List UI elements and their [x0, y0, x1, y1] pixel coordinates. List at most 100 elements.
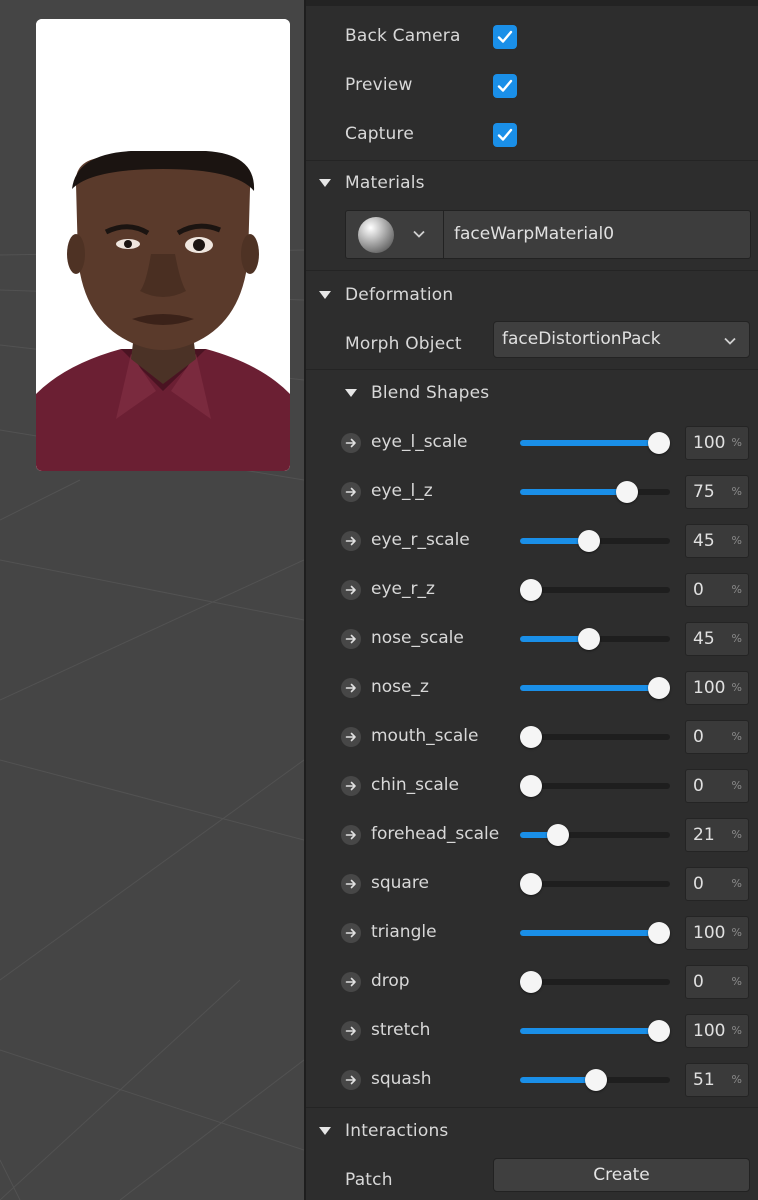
blend-shape-slider[interactable] — [520, 1020, 670, 1042]
blend-shape-row: mouth_scale 0% — [306, 712, 758, 761]
blend-shapes-section-title: Blend Shapes — [371, 383, 490, 403]
connect-arrow-button[interactable] — [341, 580, 361, 600]
percent-unit: % — [731, 583, 742, 596]
blend-shape-row: square 0% — [306, 859, 758, 908]
material-thumbnail-button[interactable] — [346, 211, 444, 258]
capture-checkbox[interactable] — [493, 123, 517, 147]
slider-handle[interactable] — [616, 481, 638, 503]
preview-label: Preview — [345, 75, 413, 95]
blend-shape-row: eye_l_z 75% — [306, 467, 758, 516]
slider-handle[interactable] — [578, 530, 600, 552]
blend-shape-row: chin_scale 0% — [306, 761, 758, 810]
blend-shape-slider[interactable] — [520, 971, 670, 993]
slider-handle[interactable] — [520, 726, 542, 748]
materials-section-header[interactable]: Materials — [306, 159, 758, 208]
slider-handle[interactable] — [648, 432, 670, 454]
blend-shape-value: 100 — [693, 433, 726, 453]
arrow-right-icon — [345, 781, 356, 791]
connect-arrow-button[interactable] — [341, 531, 361, 551]
blend-shape-value-field[interactable]: 0% — [685, 867, 749, 901]
blend-shape-row: squash 51% — [306, 1055, 758, 1104]
slider-handle[interactable] — [547, 824, 569, 846]
scene-viewport[interactable] — [0, 0, 304, 1200]
material-name[interactable]: faceWarpMaterial0 — [454, 211, 614, 258]
collapse-triangle-icon — [345, 389, 357, 397]
blend-shape-slider[interactable] — [520, 481, 670, 503]
connect-arrow-button[interactable] — [341, 727, 361, 747]
back-camera-row: Back Camera — [306, 12, 758, 61]
connect-arrow-button[interactable] — [341, 874, 361, 894]
connect-arrow-button[interactable] — [341, 678, 361, 698]
slider-handle[interactable] — [648, 1020, 670, 1042]
back-camera-checkbox[interactable] — [493, 25, 517, 49]
arrow-right-icon — [345, 928, 356, 938]
arrow-right-icon — [345, 585, 356, 595]
blend-shape-slider[interactable] — [520, 922, 670, 944]
slider-handle[interactable] — [585, 1069, 607, 1091]
blend-shape-value-field[interactable]: 0% — [685, 720, 749, 754]
percent-unit: % — [731, 681, 742, 694]
slider-handle[interactable] — [648, 922, 670, 944]
blend-shape-value-field[interactable]: 51% — [685, 1063, 749, 1097]
blend-shape-value-field[interactable]: 100% — [685, 916, 749, 950]
preview-checkbox[interactable] — [493, 74, 517, 98]
blend-shape-name: nose_scale — [371, 628, 464, 648]
connect-arrow-button[interactable] — [341, 482, 361, 502]
arrow-right-icon — [345, 1026, 356, 1036]
slider-handle[interactable] — [520, 579, 542, 601]
blend-shape-slider[interactable] — [520, 530, 670, 552]
blend-shape-value: 21 — [693, 825, 715, 845]
blend-shape-row: eye_r_z 0% — [306, 565, 758, 614]
blend-shape-slider[interactable] — [520, 677, 670, 699]
blend-shapes-section-header[interactable]: Blend Shapes — [306, 369, 758, 418]
blend-shape-slider[interactable] — [520, 1069, 670, 1091]
blend-shape-slider[interactable] — [520, 726, 670, 748]
slider-handle[interactable] — [648, 677, 670, 699]
blend-shape-slider[interactable] — [520, 579, 670, 601]
blend-shape-slider[interactable] — [520, 432, 670, 454]
blend-shape-value-field[interactable]: 100% — [685, 1014, 749, 1048]
blend-shape-value-field[interactable]: 45% — [685, 622, 749, 656]
blend-shape-slider[interactable] — [520, 824, 670, 846]
arrow-right-icon — [345, 1075, 356, 1085]
create-patch-button[interactable]: Create — [493, 1158, 750, 1192]
slider-handle[interactable] — [520, 775, 542, 797]
connect-arrow-button[interactable] — [341, 923, 361, 943]
patch-label: Patch — [345, 1170, 393, 1190]
connect-arrow-button[interactable] — [341, 1070, 361, 1090]
percent-unit: % — [731, 1073, 742, 1086]
arrow-right-icon — [345, 438, 356, 448]
connect-arrow-button[interactable] — [341, 776, 361, 796]
blend-shape-value-field[interactable]: 0% — [685, 769, 749, 803]
interactions-section-header[interactable]: Interactions — [306, 1107, 758, 1156]
blend-shape-value-field[interactable]: 21% — [685, 818, 749, 852]
slider-handle[interactable] — [520, 971, 542, 993]
blend-shape-row: drop 0% — [306, 957, 758, 1006]
blend-shape-slider[interactable] — [520, 873, 670, 895]
connect-arrow-button[interactable] — [341, 629, 361, 649]
slider-handle[interactable] — [520, 873, 542, 895]
blend-shape-value: 45 — [693, 629, 715, 649]
blend-shape-value-field[interactable]: 100% — [685, 671, 749, 705]
connect-arrow-button[interactable] — [341, 972, 361, 992]
blend-shape-name: stretch — [371, 1020, 431, 1040]
percent-unit: % — [731, 828, 742, 841]
connect-arrow-button[interactable] — [341, 825, 361, 845]
blend-shape-slider[interactable] — [520, 628, 670, 650]
morph-object-dropdown[interactable]: faceDistortionPack — [493, 321, 750, 358]
blend-shape-slider[interactable] — [520, 775, 670, 797]
blend-shape-name: eye_r_z — [371, 579, 435, 599]
blend-shape-value-field[interactable]: 0% — [685, 573, 749, 607]
blend-shape-name: triangle — [371, 922, 437, 942]
blend-shape-row: eye_l_scale 100% — [306, 418, 758, 467]
blend-shape-value-field[interactable]: 45% — [685, 524, 749, 558]
blend-shape-value-field[interactable]: 75% — [685, 475, 749, 509]
blend-shape-value-field[interactable]: 0% — [685, 965, 749, 999]
chevron-down-icon — [724, 337, 736, 345]
blend-shape-name: forehead_scale — [371, 824, 500, 844]
connect-arrow-button[interactable] — [341, 433, 361, 453]
slider-handle[interactable] — [578, 628, 600, 650]
connect-arrow-button[interactable] — [341, 1021, 361, 1041]
blend-shape-value-field[interactable]: 100% — [685, 426, 749, 460]
deformation-section-header[interactable]: Deformation — [306, 271, 758, 320]
